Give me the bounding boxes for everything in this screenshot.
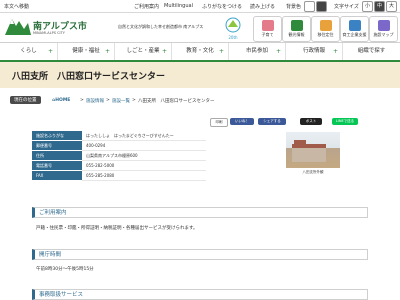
section-heading-services: 事務取扱サービス bbox=[32, 289, 368, 300]
table-key: 施設名ふりがな bbox=[32, 131, 82, 141]
facebook-like-button[interactable]: いいね！ bbox=[230, 118, 254, 125]
breadcrumb: 現在の位置 ⌂HOME > 施設情報 > 施設一覧 > 八田支所 八田窓口サービ… bbox=[0, 94, 400, 108]
nav-item-living[interactable]: くらし + bbox=[0, 43, 57, 60]
table-row: 住所 山梨県南アルプス市榎原600 bbox=[32, 150, 206, 161]
nav-item-participation[interactable]: 市民参加 + bbox=[228, 43, 285, 60]
svg-text:20th: 20th bbox=[228, 35, 238, 40]
guide-link[interactable]: ご利用案内 bbox=[134, 3, 159, 10]
site-header: 南アルプス市 MINAMI-ALPS CITY 自然と文化が調和した幸せ創造都市… bbox=[0, 13, 400, 42]
family-icon bbox=[261, 20, 274, 31]
line-share-button[interactable]: LINEで送る bbox=[332, 118, 358, 125]
business-icon bbox=[348, 20, 361, 31]
bg-black-button[interactable] bbox=[316, 1, 327, 12]
city-logo-icon[interactable] bbox=[4, 15, 32, 37]
nav-item-education[interactable]: 教育・文化 + bbox=[171, 43, 228, 60]
table-row: FAX 055-285-2080 bbox=[32, 170, 206, 181]
table-row: 電話番号 055-282-5000 bbox=[32, 160, 206, 171]
nav-item-health[interactable]: 健康・福祉 + bbox=[57, 43, 114, 60]
font-size-small-button[interactable]: 小 bbox=[362, 1, 373, 12]
section-body-usage: 戸籍・住民票・印鑑・所得証明・納税証明・各種届出サービスが受けられます。 bbox=[36, 226, 198, 231]
facility-info-table: 施設名ふりがな はったししょ はったまどぐちさーびすせんたー 郵便番号 400-… bbox=[32, 131, 206, 181]
font-size-large-button[interactable]: 大 bbox=[386, 1, 397, 12]
tourism-icon bbox=[290, 20, 303, 31]
table-value: 400-0294 bbox=[82, 140, 206, 151]
house-icon bbox=[319, 20, 332, 31]
facility-photo bbox=[286, 132, 340, 168]
nav-item-work[interactable]: しごと・産業 + bbox=[114, 43, 171, 60]
font-size-medium-button[interactable]: 中 bbox=[374, 1, 385, 12]
breadcrumb-current: 八田支所 八田窓口サービスセンター bbox=[138, 99, 215, 104]
table-value: 055-282-5000 bbox=[82, 160, 206, 171]
breadcrumb-separator: > bbox=[132, 98, 136, 103]
breadcrumb-label: 現在の位置 bbox=[10, 96, 41, 104]
quick-link-childcare[interactable]: 子育て bbox=[253, 16, 282, 42]
quick-link-facility-map[interactable]: 施設マップ bbox=[369, 16, 398, 42]
section-body-hours: 午前8時30分～午後5時15分 bbox=[36, 267, 94, 272]
x-post-button[interactable]: ポスト bbox=[300, 118, 322, 125]
table-key: 電話番号 bbox=[32, 160, 82, 171]
skip-to-content-link[interactable]: 本文へ移動 bbox=[4, 3, 29, 10]
city-logo-subtitle: MINAMI-ALPS CITY bbox=[33, 31, 65, 35]
breadcrumb-home[interactable]: ⌂HOME bbox=[52, 98, 70, 103]
utility-bar: 本文へ移動 ご利用案内 Multilingual ふりがなをつける 読み上げる … bbox=[0, 0, 400, 13]
quick-link-tourism[interactable]: 観光情報 bbox=[282, 16, 311, 42]
table-value: はったししょ はったまどぐちさーびすせんたー bbox=[82, 131, 206, 141]
table-key: 郵便番号 bbox=[32, 140, 82, 151]
global-nav: くらし + 健康・福祉 + しごと・産業 + 教育・文化 + 市民参加 + 行政情報 + 組… bbox=[0, 42, 400, 63]
section-heading-usage: ご利用案内 bbox=[32, 207, 368, 218]
quick-link-relocation[interactable]: 移住定住 bbox=[311, 16, 340, 42]
table-row: 施設名ふりがな はったししょ はったまどぐちさーびすせんたー bbox=[32, 131, 206, 141]
nav-item-administration[interactable]: 行政情報 + bbox=[285, 43, 342, 60]
map-icon bbox=[377, 20, 390, 31]
page-title-band: 八田支所 八田窓口サービスセンター bbox=[0, 62, 400, 88]
furigana-toggle[interactable]: ふりがなをつける bbox=[202, 3, 242, 10]
breadcrumb-facility-list[interactable]: 施設一覧 bbox=[112, 98, 130, 104]
bg-white-button[interactable] bbox=[304, 1, 315, 12]
quick-link-business[interactable]: 商工企業支援 bbox=[340, 16, 369, 42]
nav-item-organization[interactable]: 組織で探す bbox=[342, 43, 400, 60]
breadcrumb-separator: > bbox=[106, 98, 110, 103]
table-value: 山梨県南アルプス市榎原600 bbox=[82, 150, 206, 161]
table-key: FAX bbox=[32, 170, 82, 181]
font-size-label: 文字サイズ bbox=[334, 4, 359, 10]
city-tagline: 自然と文化が調和した幸せ創造都市 南アルプス bbox=[118, 24, 204, 29]
print-button[interactable]: 印刷 bbox=[210, 118, 228, 127]
table-value: 055-285-2080 bbox=[82, 170, 206, 181]
table-row: 郵便番号 400-0294 bbox=[32, 140, 206, 151]
anniversary-emblem-icon: 20th bbox=[225, 17, 241, 40]
facebook-share-button[interactable]: シェアする bbox=[258, 118, 286, 125]
readaloud-button[interactable]: 読み上げる bbox=[250, 3, 275, 10]
page-title: 八田支所 八田窓口サービスセンター bbox=[12, 72, 166, 82]
breadcrumb-separator: > bbox=[80, 98, 84, 103]
breadcrumb-facility-info[interactable]: 施設情報 bbox=[86, 98, 104, 104]
table-key: 住所 bbox=[32, 150, 82, 161]
facility-photo-caption: 八田支所外観 bbox=[302, 170, 324, 174]
bg-color-label: 背景色 bbox=[286, 4, 302, 10]
multilingual-link[interactable]: Multilingual bbox=[164, 3, 193, 9]
section-heading-hours: 開庁時間 bbox=[32, 249, 368, 260]
